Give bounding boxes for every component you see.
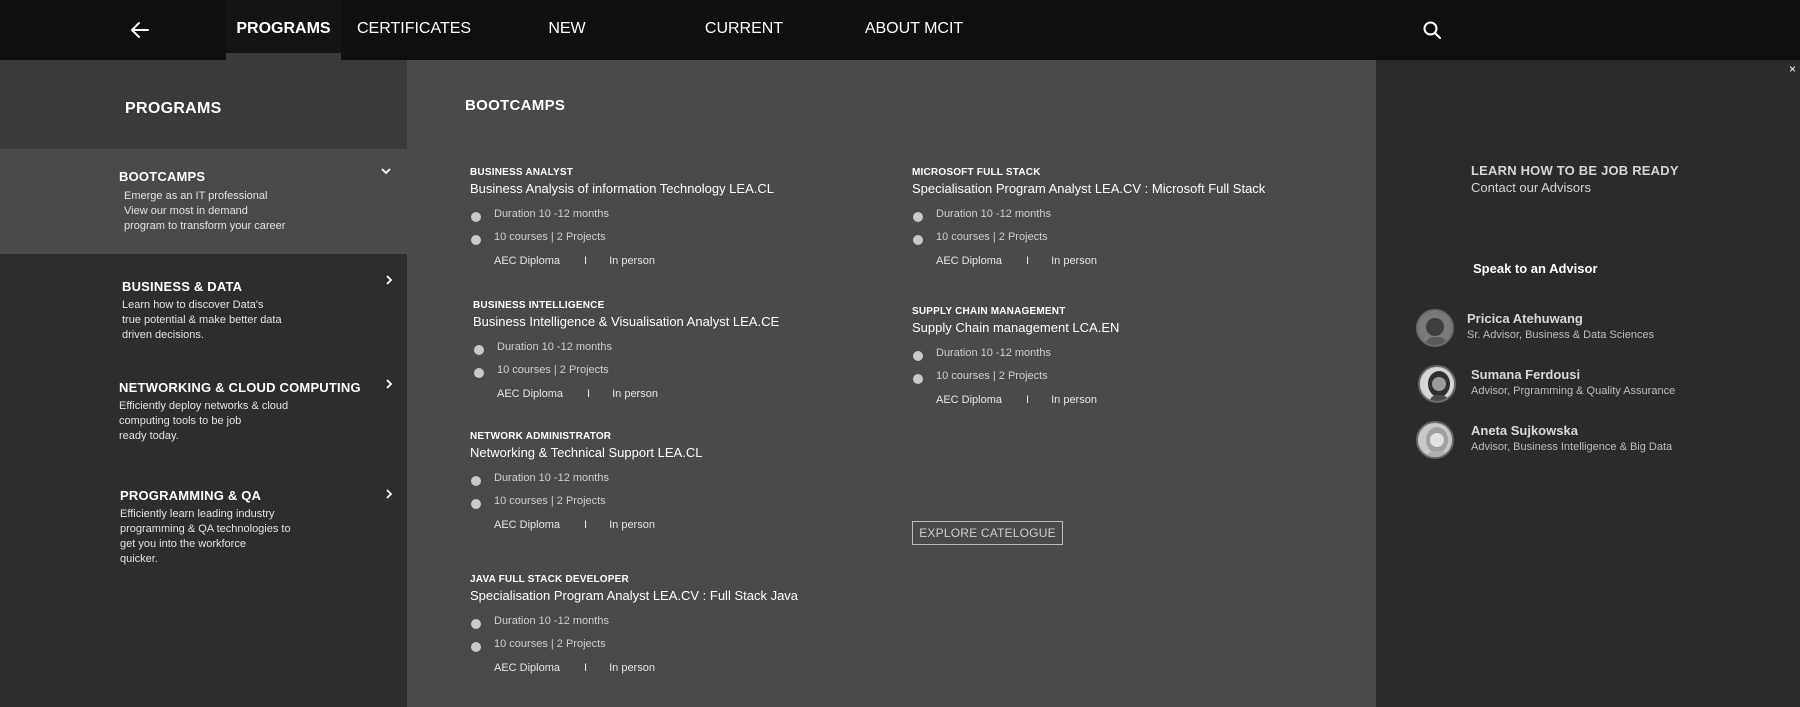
sidebar-item-programming[interactable]: PROGRAMMING & QA Efficiently learn leadi…: [0, 464, 407, 584]
advisor-name: Pricica Atehuwang: [1467, 311, 1583, 326]
program-kicker: BUSINESS ANALYST: [470, 167, 574, 178]
sidebar-item-bootcamps[interactable]: BOOTCAMPS Emerge as an IT professional V…: [0, 149, 407, 254]
programs-sidebar: PROGRAMS BOOTCAMPS Emerge as an IT profe…: [0, 60, 407, 707]
section-title: BOOTCAMPS: [465, 97, 566, 114]
advisor-role: Advisor, Business Intelligence & Big Dat…: [1471, 441, 1673, 453]
sidebar-item-label: PROGRAMMING & QA: [120, 488, 262, 503]
bullet-dot-icon: [471, 642, 481, 652]
sidebar-item-label: BUSINESS & DATA: [122, 279, 243, 294]
programs-panel: BOOTCAMPS BUSINESS ANALYST Business Anal…: [407, 60, 1376, 707]
advisor-item[interactable]: Sumana Ferdousi Advisor, Prgramming & Qu…: [1416, 365, 1796, 405]
program-kicker: BUSINESS INTELLIGENCE: [473, 300, 605, 311]
program-card-business-analyst[interactable]: BUSINESS ANALYST Business Analysis of in…: [470, 167, 774, 270]
chevron-right-icon[interactable]: [383, 378, 395, 390]
bullet-dot-icon: [474, 368, 484, 378]
program-courses: 10 courses | 2 Projects: [912, 226, 1265, 249]
program-courses: 10 courses | 2 Projects: [470, 226, 774, 249]
program-meta: AEC Diploma I In person: [936, 255, 1097, 267]
contact-advisors-link[interactable]: Contact our Advisors: [1471, 180, 1591, 195]
bullet-dot-icon: [913, 374, 923, 384]
program-name[interactable]: Specialisation Program Analyst LEA.CV : …: [470, 588, 798, 603]
program-meta: AEC Diploma I In person: [497, 388, 658, 400]
nav-tab-new-students[interactable]: NEW STUDENTS: [506, 0, 628, 95]
bullet-dot-icon: [474, 345, 484, 355]
program-courses: 10 courses | 2 Projects: [470, 633, 798, 656]
sidebar-item-desc: Emerge as an IT professional View our mo…: [124, 190, 286, 232]
program-meta: AEC Diploma I In person: [936, 394, 1097, 406]
avatar: [1418, 365, 1456, 403]
bullet-dot-icon: [913, 235, 923, 245]
bullet-dot-icon: [913, 212, 923, 222]
nav-tab-programs[interactable]: PROGRAMS: [226, 0, 341, 60]
program-card-java-full-stack[interactable]: JAVA FULL STACK DEVELOPER Specialisation…: [470, 574, 798, 677]
sidebar-item-label: NETWORKING & CLOUD COMPUTING: [119, 380, 361, 395]
program-meta: AEC Diploma I In person: [494, 519, 655, 531]
program-kicker: SUPPLY CHAIN MANAGEMENT: [912, 306, 1066, 317]
search-icon[interactable]: [1422, 20, 1442, 40]
program-kicker: MICROSOFT FULL STACK: [912, 167, 1041, 178]
speak-advisor-title: Speak to an Advisor: [1473, 261, 1598, 276]
bullet-dot-icon: [471, 235, 481, 245]
program-name[interactable]: Business Intelligence & Visualisation An…: [473, 314, 779, 329]
program-kicker: NETWORK ADMINISTRATOR: [470, 431, 612, 442]
sidebar-item-desc: Learn how to discover Data's true potent…: [122, 299, 282, 341]
program-courses: 10 courses | 2 Projects: [912, 365, 1119, 388]
nav-tab-current-students[interactable]: CURRENT STUDENTS: [666, 0, 822, 95]
explore-catalogue-button[interactable]: EXPLORE CATELOGUE: [912, 521, 1063, 545]
sidebar-item-networking[interactable]: NETWORKING & CLOUD COMPUTING Efficiently…: [0, 354, 407, 464]
advisor-role: Sr. Advisor, Business & Data Sciences: [1467, 329, 1655, 341]
sidebar-item-label: BOOTCAMPS: [119, 169, 206, 184]
sidebar-item-desc: Efficiently deploy networks & cloud comp…: [119, 400, 289, 442]
back-arrow-icon[interactable]: [128, 18, 152, 42]
bullet-dot-icon: [471, 619, 481, 629]
job-ready-title: LEARN HOW TO BE JOB READY: [1471, 163, 1679, 178]
bullet-dot-icon: [913, 351, 923, 361]
program-duration: Duration 10 -12 months: [470, 610, 798, 633]
bullet-dot-icon: [471, 499, 481, 509]
program-duration: Duration 10 -12 months: [912, 203, 1265, 226]
bullet-dot-icon: [471, 212, 481, 222]
program-name[interactable]: Specialisation Program Analyst LEA.CV : …: [912, 181, 1265, 196]
avatar: [1416, 421, 1454, 459]
program-courses: 10 courses | 2 Projects: [473, 359, 779, 382]
program-card-supply-chain[interactable]: SUPPLY CHAIN MANAGEMENT Supply Chain man…: [912, 306, 1119, 409]
program-name[interactable]: Supply Chain management LCA.EN: [912, 320, 1119, 335]
program-courses: 10 courses | 2 Projects: [470, 490, 702, 513]
program-meta: AEC Diploma I In person: [494, 255, 655, 267]
advisor-item[interactable]: Aneta Sujkowska Advisor, Business Intell…: [1416, 421, 1796, 461]
program-duration: Duration 10 -12 months: [470, 203, 774, 226]
program-card-network-admin[interactable]: NETWORK ADMINISTRATOR Networking & Techn…: [470, 431, 702, 534]
avatar: [1416, 309, 1454, 347]
advisor-item[interactable]: Pricica Atehuwang Sr. Advisor, Business …: [1416, 309, 1796, 349]
program-meta: AEC Diploma I In person: [494, 662, 655, 674]
sidebar-item-business-data[interactable]: BUSINESS & DATA Learn how to discover Da…: [0, 254, 407, 354]
person-icon: [1418, 423, 1452, 457]
nav-tab-certificates[interactable]: CERTIFICATES: [357, 0, 471, 60]
person-icon: [1420, 367, 1454, 401]
program-name[interactable]: Networking & Technical Support LEA.CL: [470, 445, 702, 460]
bullet-dot-icon: [471, 476, 481, 486]
nav-tab-about[interactable]: ABOUT MCIT: [863, 0, 965, 60]
sidebar-title: PROGRAMS: [125, 100, 222, 117]
advisor-name: Sumana Ferdousi: [1471, 367, 1581, 382]
sidebar-header: PROGRAMS: [0, 60, 407, 149]
program-name[interactable]: Business Analysis of information Technol…: [470, 181, 774, 196]
sidebar-item-desc: Efficiently learn leading industry progr…: [120, 508, 291, 565]
chevron-right-icon[interactable]: [383, 274, 395, 286]
advisor-name: Aneta Sujkowska: [1471, 423, 1578, 438]
advisor-role: Advisor, Prgramming & Quality Assurance: [1471, 385, 1676, 397]
program-card-microsoft-full-stack[interactable]: MICROSOFT FULL STACK Specialisation Prog…: [912, 167, 1265, 270]
program-duration: Duration 10 -12 months: [912, 342, 1119, 365]
close-icon[interactable]: ×: [1789, 62, 1796, 76]
chevron-down-icon[interactable]: [380, 165, 392, 177]
program-kicker: JAVA FULL STACK DEVELOPER: [470, 574, 629, 585]
program-duration: Duration 10 -12 months: [473, 336, 779, 359]
top-nav: PROGRAMS CERTIFICATES NEW STUDENTS CURRE…: [0, 0, 1800, 95]
program-duration: Duration 10 -12 months: [470, 467, 702, 490]
chevron-right-icon[interactable]: [383, 488, 395, 500]
program-card-business-intelligence[interactable]: BUSINESS INTELLIGENCE Business Intellige…: [473, 300, 779, 403]
advisor-panel: × LEARN HOW TO BE JOB READY Contact our …: [1376, 60, 1800, 707]
person-icon: [1418, 311, 1452, 345]
